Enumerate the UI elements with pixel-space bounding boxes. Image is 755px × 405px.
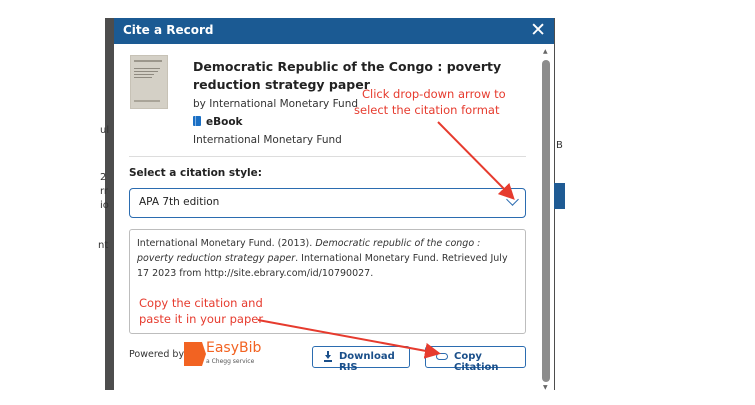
dropdown-annotation-arrow — [437, 121, 515, 200]
copy-annotation-arrow — [257, 319, 441, 359]
annotation-arrows — [257, 121, 515, 359]
